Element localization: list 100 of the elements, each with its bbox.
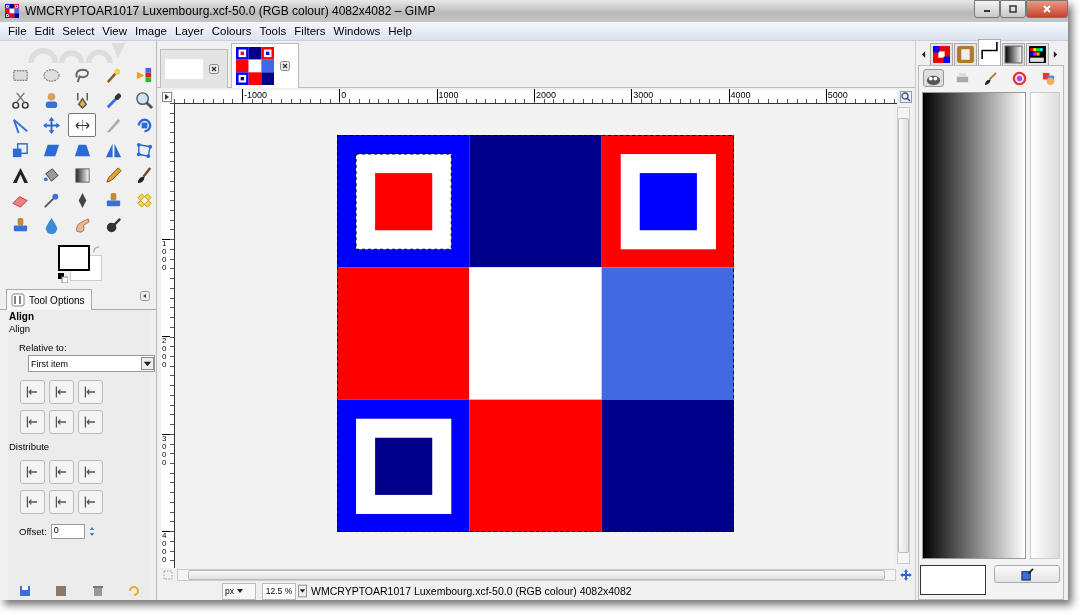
align-button[interactable] [20, 380, 45, 404]
menu-item[interactable]: Help [384, 25, 416, 37]
colour-patches-icon [1041, 70, 1057, 86]
ruler-label: -1000 [242, 88, 268, 101]
dock-tab[interactable] [1002, 43, 1025, 65]
ruler-label: 5000 [825, 88, 848, 101]
brush-icon [983, 70, 999, 86]
image-tab[interactable] [231, 43, 299, 88]
scroll-right-icon[interactable] [1053, 50, 1058, 59]
spin-arrows-icon[interactable] [88, 525, 95, 538]
nodes-tool-icon [134, 140, 154, 160]
ruler-label: 0 [339, 88, 347, 101]
maximize-icon [1008, 4, 1018, 14]
menu-item[interactable]: Image [131, 25, 171, 37]
align-button[interactable] [20, 490, 45, 514]
horizontal-scrollbar[interactable] [177, 569, 896, 581]
align-button[interactable] [78, 490, 103, 514]
align-button[interactable] [78, 410, 103, 434]
colour-wheel-icon [1012, 70, 1028, 86]
bucket-tool-icon [41, 165, 61, 185]
tool-button[interactable] [68, 113, 96, 137]
trash-icon[interactable] [91, 585, 104, 597]
palette-icon [1028, 45, 1047, 64]
corner-icon [980, 41, 999, 60]
offset-label: Offset: [19, 526, 47, 537]
image-thumbnail [236, 47, 274, 85]
gradient-tool-icon [72, 165, 92, 185]
gradient-icon [1004, 45, 1023, 64]
tool-options-icon [11, 293, 25, 307]
close-icon [1042, 4, 1052, 14]
ruler-label: 1000 [436, 88, 459, 101]
window-title: WMCRYPTOAR1017 Luxembourg.xcf-50.0 (RGB colour) 4082x4082 – GIMP [25, 4, 437, 18]
offset-field[interactable]: 0 [50, 524, 85, 539]
ruler-label: 3000 [162, 433, 170, 467]
menu-item[interactable]: View [98, 25, 132, 37]
menu-arrow-icon[interactable] [162, 91, 172, 102]
section-label: Distribute [9, 441, 51, 452]
align-button[interactable] [20, 410, 45, 434]
menu-item[interactable]: Edit [30, 25, 59, 37]
ruler-label: 4000 [728, 88, 751, 101]
edit-button[interactable] [994, 565, 1060, 583]
ruler-label: 1000 [162, 239, 170, 272]
ruler-label: 3000 [631, 88, 654, 101]
align-button[interactable] [78, 380, 103, 404]
dock-tab[interactable] [1026, 43, 1049, 65]
scroll-left-icon[interactable] [921, 50, 926, 59]
menu-item[interactable]: File [4, 25, 31, 37]
maximize-button[interactable] [1000, 0, 1026, 18]
minimize-button[interactable] [974, 0, 1000, 18]
align-button[interactable] [78, 460, 103, 484]
magnifier-tool-icon [134, 90, 154, 110]
image-canvas-drawing[interactable] [336, 135, 734, 532]
image-thumbnail [5, 4, 19, 18]
edit-icon [1020, 567, 1034, 581]
zoom-dropdown[interactable]: 12.5 % [262, 582, 296, 600]
relative-to-label: Relative to: [19, 342, 68, 353]
menu-item[interactable]: Colours [207, 25, 256, 37]
colour-swatch-box[interactable] [920, 565, 986, 595]
ruler-label: 2000 [162, 336, 170, 370]
align-button[interactable] [49, 410, 74, 434]
panel-menu-icon[interactable] [140, 291, 150, 301]
clipboard-icon [956, 45, 975, 64]
image-thumbnail [165, 59, 203, 79]
align-button[interactable] [49, 380, 74, 404]
dropdown-arrow-icon [237, 589, 243, 593]
scissors-tool-icon [10, 90, 30, 110]
align-button[interactable] [49, 460, 74, 484]
menu-item[interactable]: Select [58, 25, 99, 37]
colour-swatches-drawing[interactable] [58, 245, 102, 281]
menu-item[interactable]: Layer [171, 25, 208, 37]
pencil-tool-icon [103, 165, 123, 185]
dock-tab[interactable] [930, 43, 953, 65]
menu-item[interactable]: Tools [255, 25, 291, 37]
close-icon[interactable] [280, 61, 290, 71]
scale-tool-icon [10, 140, 30, 160]
close-button[interactable] [1026, 0, 1068, 18]
bandage-tool-icon [134, 190, 154, 210]
menu-item[interactable]: Filters [290, 25, 330, 37]
navigate-icon[interactable] [900, 569, 912, 581]
align-button[interactable] [20, 460, 45, 484]
colour-blocks-tool-icon [134, 65, 154, 85]
relative-to-dropdown[interactable]: First item [28, 355, 155, 372]
default-colours-icon[interactable] [58, 273, 68, 283]
zoom-icon[interactable] [900, 90, 912, 103]
restore-icon[interactable] [55, 585, 68, 597]
tool-options-tab[interactable]: Tool Options [6, 289, 92, 310]
tab-label: Tool Options [29, 294, 85, 306]
unit-dropdown[interactable]: px [222, 582, 256, 600]
panel-title: Align [9, 311, 35, 322]
move-tool-icon [41, 115, 61, 135]
save-icon[interactable] [19, 585, 31, 597]
align-button[interactable] [49, 490, 74, 514]
ruler-label: 4000 [162, 530, 170, 564]
menu-item[interactable]: Windows [329, 25, 385, 37]
status-text: WMCRYPTOAR1017 Luxembourg.xcf-50.0 (RGB colour) 4082x4082 [311, 585, 632, 597]
vertical-scrollbar[interactable] [897, 107, 910, 564]
image-icon [932, 45, 951, 64]
dock-subtab[interactable] [923, 69, 944, 87]
dock-tab[interactable] [978, 39, 1001, 65]
close-icon[interactable] [209, 64, 219, 74]
